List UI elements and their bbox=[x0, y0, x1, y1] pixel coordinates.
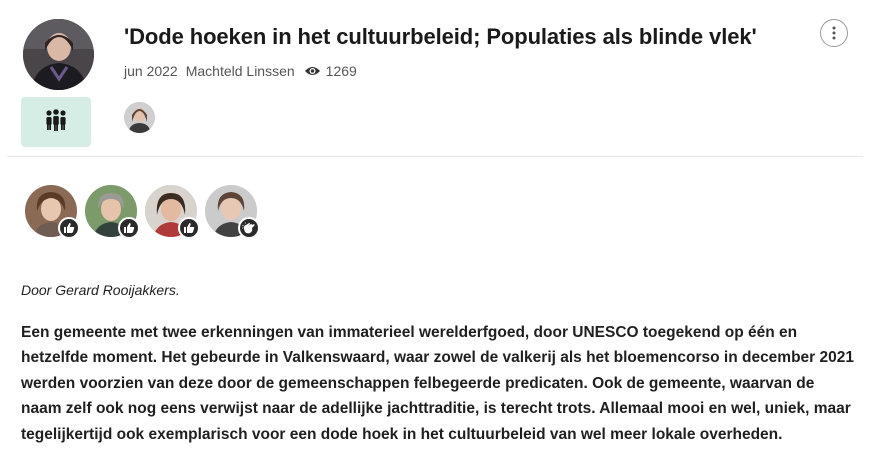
article-paragraph: Een gemeente met twee erkenningen van im… bbox=[21, 324, 854, 443]
header-divider bbox=[7, 156, 863, 157]
view-count-value: 1269 bbox=[325, 63, 357, 79]
clap-hands-icon bbox=[238, 217, 260, 239]
thumbs-up-icon bbox=[58, 217, 80, 239]
post-author[interactable]: Machteld Linssen bbox=[186, 63, 295, 79]
eye-icon bbox=[304, 67, 320, 75]
group-tile[interactable] bbox=[21, 97, 91, 147]
post-title: 'Dode hoeken in het cultuurbeleid; Popul… bbox=[124, 24, 757, 49]
member-avatar[interactable] bbox=[124, 102, 155, 133]
view-count: 1269 bbox=[304, 63, 357, 79]
reaction-avatar[interactable] bbox=[25, 185, 80, 239]
more-options-button[interactable] bbox=[820, 19, 848, 47]
post-meta: jun 2022 Machteld Linssen 1269 bbox=[124, 63, 357, 79]
author-avatar[interactable] bbox=[23, 19, 94, 90]
post-date: jun 2022 bbox=[124, 63, 178, 79]
more-vertical-icon bbox=[832, 26, 836, 40]
thumbs-up-icon bbox=[178, 217, 200, 239]
thumbs-up-icon bbox=[118, 217, 140, 239]
reaction-avatar[interactable] bbox=[145, 185, 200, 239]
people-group-icon bbox=[44, 108, 68, 136]
reaction-avatar[interactable] bbox=[205, 185, 260, 239]
reaction-avatar[interactable] bbox=[85, 185, 140, 239]
article-byline: Door Gerard Rooijakkers. bbox=[21, 282, 180, 298]
